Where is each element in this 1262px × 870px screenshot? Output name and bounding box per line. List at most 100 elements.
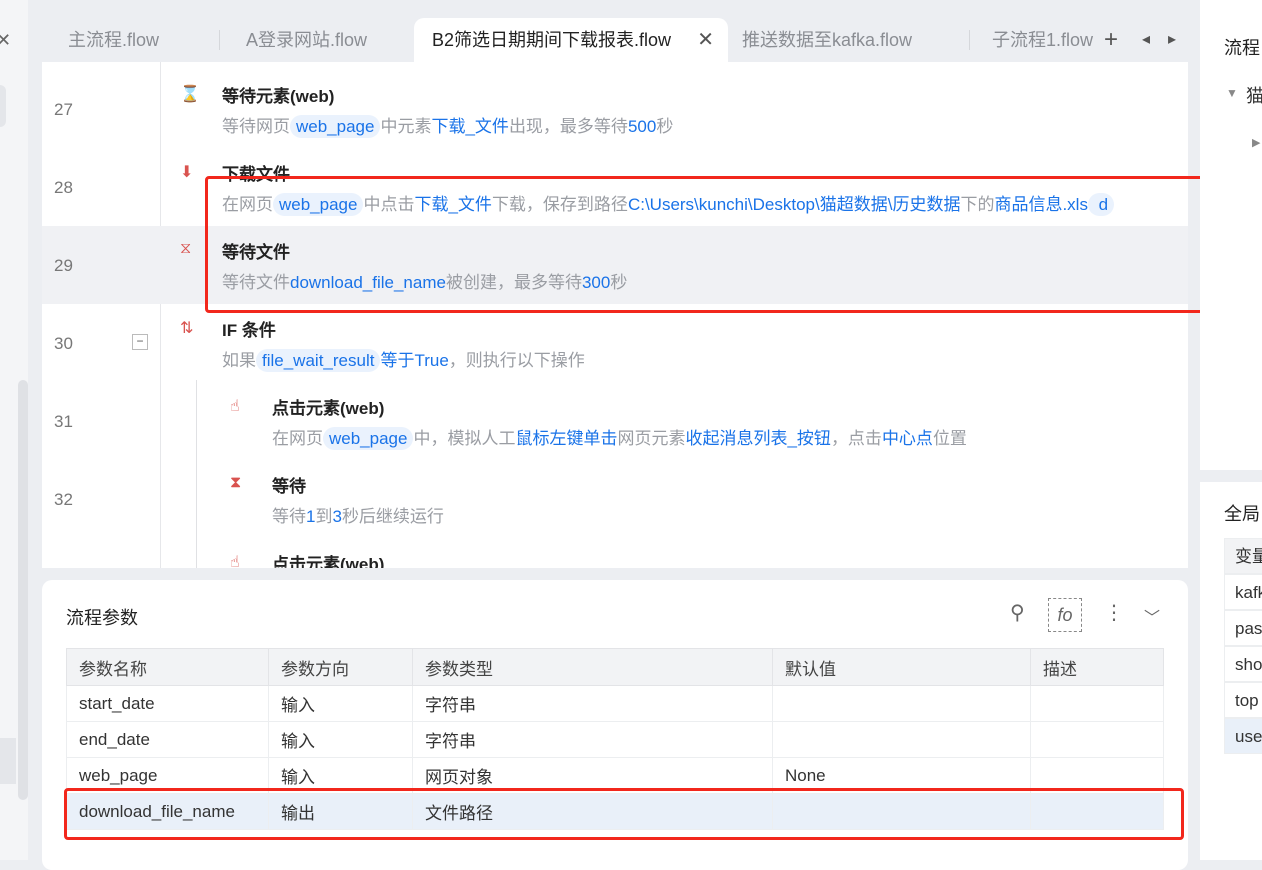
step-title: 点击元素(web): [272, 555, 385, 568]
left-selected-item[interactable]: [0, 738, 16, 784]
tab-label: 推送数据至kafka.flow: [742, 30, 913, 50]
table-row[interactable]: end_date 输入 字符串: [66, 721, 1164, 758]
table-cell[interactable]: 输入: [268, 685, 413, 722]
global-var-row[interactable]: kafka: [1224, 574, 1262, 610]
flow-step[interactable]: 31 ☝ 点击元素(web) 在网页 web_page 中，模拟人工鼠标左键单击网页元素收…: [42, 382, 1188, 460]
param-value[interactable]: 下载_文件: [431, 117, 508, 136]
right-panel: 流程 ▼ 猫 ▶ 全局 变量 kafka pas sho top use: [1200, 0, 1262, 860]
download-file-icon: ⬇: [180, 164, 194, 181]
global-var-row[interactable]: use: [1224, 718, 1262, 754]
step-title: IF 条件: [222, 321, 276, 340]
table-cell[interactable]: 字符串: [412, 685, 773, 722]
table-cell[interactable]: [772, 721, 1031, 758]
desc-text: 秒后继续运行: [341, 507, 444, 526]
desc-text: 到: [315, 507, 333, 526]
step-title: 点击元素(web): [272, 399, 385, 418]
tab-main-flow[interactable]: 主流程.flow: [42, 18, 220, 62]
global-var-row[interactable]: top: [1224, 682, 1262, 718]
variable-chip[interactable]: web_page: [323, 427, 414, 450]
variable-chip[interactable]: web_page: [290, 115, 381, 138]
tab-close-icon[interactable]: ✕: [697, 18, 714, 62]
left-panel: ✕: [0, 0, 28, 860]
tab-bar: 主流程.flow A登录网站.flow B2筛选日期期间下载报表.flow ✕ 推…: [42, 18, 1188, 62]
column-header[interactable]: 默认值: [772, 648, 1031, 686]
variable-chip[interactable]: file_wait_result: [256, 349, 381, 372]
flow-editor: 27 ⌛ 等待元素(web) 等待网页 web_page 中元素下载_文件出现，最多等待5…: [42, 62, 1188, 568]
table-row[interactable]: start_date 输入 字符串: [66, 685, 1164, 722]
tab-push-kafka[interactable]: 推送数据至kafka.flow: [728, 18, 970, 62]
caret-down-icon[interactable]: ▼: [1226, 86, 1238, 100]
desc-text: 出现，最多等待: [508, 117, 628, 136]
desc-text: 等待: [272, 507, 306, 526]
step-title: 等待: [272, 477, 306, 496]
desc-text: 等待网页: [222, 117, 290, 136]
click-element-icon: ☝: [230, 554, 240, 568]
line-number: 27: [54, 100, 73, 119]
tab-label: B2筛选日期期间下载报表.flow: [432, 30, 672, 50]
column-header[interactable]: 参数类型: [412, 648, 773, 686]
table-cell[interactable]: [1030, 685, 1164, 722]
desc-text: ，则执行以下操作: [448, 351, 585, 370]
param-value[interactable]: 中心点: [882, 429, 933, 448]
column-header: 变量: [1224, 538, 1262, 574]
add-function-icon[interactable]: fo: [1048, 598, 1082, 632]
highlight-box: [205, 176, 1211, 313]
flow-step[interactable]: 27 ⌛ 等待元素(web) 等待网页 web_page 中元素下载_文件出现，最多等待5…: [42, 70, 1188, 148]
panel-title: 流程: [1224, 38, 1260, 58]
global-var-row[interactable]: sho: [1224, 646, 1262, 682]
line-number: 31: [54, 412, 73, 431]
scroll-tabs-right-icon[interactable]: ▸: [1168, 18, 1176, 62]
desc-text: 如果: [222, 351, 256, 370]
hourglass-icon: ⧗: [230, 474, 242, 491]
caret-right-icon[interactable]: ▶: [1252, 136, 1260, 149]
flow-step[interactable]: ☝ 点击元素(web): [42, 538, 1188, 568]
click-element-icon: ☝: [230, 398, 240, 415]
param-value[interactable]: 3: [332, 507, 341, 526]
table-cell[interactable]: end_date: [66, 721, 269, 758]
desc-text: 网页元素: [617, 429, 686, 448]
column-header[interactable]: 参数名称: [66, 648, 269, 686]
table-cell[interactable]: 字符串: [412, 721, 773, 758]
table-cell[interactable]: [1030, 721, 1164, 758]
collapse-toggle[interactable]: −: [132, 334, 148, 350]
step-description: 等待1到3秒后继续运行: [272, 502, 444, 527]
flow-step[interactable]: 32 ⧗ 等待 等待1到3秒后继续运行: [42, 460, 1188, 538]
line-number: 30: [54, 334, 73, 353]
table-cell[interactable]: [772, 685, 1031, 722]
step-description: 在网页 web_page 中，模拟人工鼠标左键单击网页元素收起消息列表_按钮，点击中…: [272, 424, 967, 450]
tree-item[interactable]: 猫: [1246, 82, 1262, 108]
desc-text: 秒: [656, 117, 674, 136]
step-title: 等待元素(web): [222, 87, 335, 106]
line-number: 28: [54, 178, 73, 197]
flow-step[interactable]: 30 − ⇅ IF 条件 如果 file_wait_result 等于True，则执行以下操…: [42, 304, 1188, 382]
panel-title: 流程参数: [66, 608, 138, 628]
more-icon[interactable]: ⋮: [1104, 600, 1124, 625]
global-vars-title: 全局: [1224, 504, 1260, 524]
chevron-down-icon[interactable]: ﹀: [1144, 604, 1160, 628]
tab-subflow1[interactable]: 子流程1.flow: [970, 18, 1100, 62]
column-header[interactable]: 描述: [1030, 648, 1164, 686]
param-value[interactable]: 收起消息列表_按钮: [685, 429, 830, 448]
scroll-tabs-left-icon[interactable]: ◂: [1142, 18, 1150, 62]
param-value[interactable]: 等于True: [380, 351, 448, 370]
highlight-box: [64, 788, 1184, 840]
search-icon[interactable]: ⚲: [1010, 600, 1025, 625]
close-icon[interactable]: ✕: [0, 30, 11, 51]
left-selected-item[interactable]: [0, 85, 6, 127]
param-value[interactable]: 500: [628, 117, 656, 136]
add-tab-icon[interactable]: +: [1104, 18, 1118, 62]
left-scrollbar[interactable]: [18, 380, 28, 800]
param-value[interactable]: 鼠标左键单击: [515, 429, 617, 448]
table-cell[interactable]: 输入: [268, 721, 413, 758]
tab-b2-download[interactable]: B2筛选日期期间下载报表.flow ✕: [414, 18, 728, 62]
desc-text: 在网页: [272, 429, 323, 448]
column-header[interactable]: 参数方向: [268, 648, 413, 686]
tab-a-login[interactable]: A登录网站.flow: [220, 18, 414, 62]
global-var-row[interactable]: pas: [1224, 610, 1262, 646]
divider: [1200, 470, 1262, 482]
wait-element-icon: ⌛: [180, 86, 200, 103]
tab-label: A登录网站.flow: [246, 30, 368, 50]
desc-text: ，点击: [830, 429, 882, 448]
line-number: 29: [54, 256, 73, 275]
table-cell[interactable]: start_date: [66, 685, 269, 722]
